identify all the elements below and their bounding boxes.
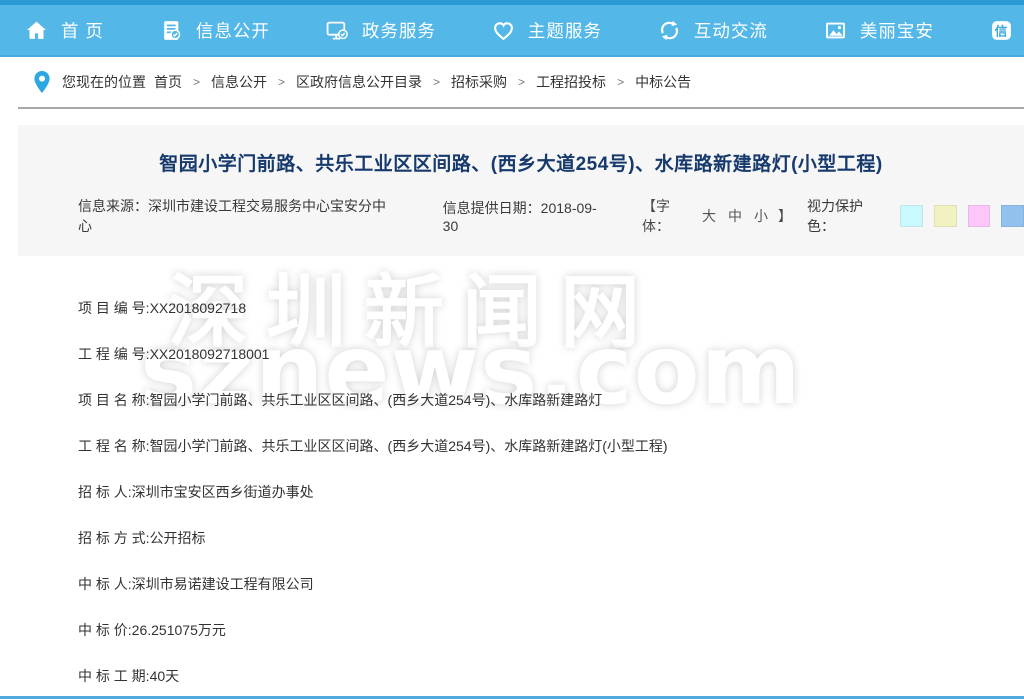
nav-item-gov-services[interactable]: 政务服务 — [326, 18, 436, 43]
eye-color-swatch-yellow[interactable] — [934, 205, 957, 227]
svg-text:信: 信 — [995, 23, 1009, 38]
page-title: 智园小学门前路、共乐工业区区间路、(西乡大道254号)、水库路新建路灯(小型工程… — [18, 152, 1024, 178]
detail-line-duration: 中 标 工 期:40天 — [78, 666, 1024, 686]
section-divider — [18, 107, 1024, 109]
detail-line-winner: 中 标 人:深圳市易诺建设工程有限公司 — [78, 574, 1024, 594]
breadcrumb-separator: > — [518, 75, 525, 89]
top-navigation: 首 页 信息公开 政务服务 主题服务 互动交流 美丽宝安 信 信用宝安 — [0, 0, 1024, 57]
nav-item-label: 政务服务 — [362, 18, 436, 43]
home-icon — [25, 19, 48, 42]
nav-item-label: 互动交流 — [694, 18, 768, 43]
eye-color-swatch-blue[interactable] — [1001, 205, 1024, 227]
article-meta: 信息来源：深圳市建设工程交易服务中心宝安分中心 信息提供日期：2018-09-3… — [18, 204, 1024, 227]
nav-item-theme-services[interactable]: 主题服务 — [492, 18, 602, 43]
document-check-icon — [160, 19, 183, 42]
credit-badge-icon: 信 — [990, 19, 1013, 42]
info-date-label: 信息提供日期： — [443, 200, 541, 216]
nav-item-credit-baoan[interactable]: 信 信用宝安 — [990, 18, 1024, 43]
detail-line-tender-method: 招 标 方 式:公开招标 — [78, 528, 1024, 548]
breadcrumb-item-info[interactable]: 信息公开 — [211, 72, 267, 92]
detail-line-winning-price: 中 标 价:26.251075万元 — [78, 620, 1024, 640]
info-source-label: 信息来源： — [78, 198, 148, 214]
nav-item-interaction[interactable]: 互动交流 — [658, 18, 768, 43]
breadcrumb-separator: > — [433, 75, 440, 89]
article-body: 深圳新闻网 sznews.com 项 目 编 号:XX2018092718 工 … — [0, 256, 1024, 686]
eye-color-swatch-cyan[interactable] — [900, 205, 923, 227]
breadcrumb-separator: > — [617, 75, 624, 89]
font-control-open: 【字体： — [642, 196, 696, 236]
breadcrumb: 您现在的位置 首页 > 信息公开 > 区政府信息公开目录 > 招标采购 > 工程… — [0, 57, 1024, 107]
font-size-control: 【字体： 大 中 小 】 — [642, 196, 792, 236]
font-control-close: 】 — [778, 206, 792, 226]
nav-item-label: 首 页 — [61, 18, 104, 43]
monitor-check-icon — [326, 19, 349, 42]
detail-line-project-no: 项 目 编 号:XX2018092718 — [78, 298, 1024, 318]
eye-protection-label: 视力保护色： — [807, 196, 890, 236]
font-size-medium-button[interactable]: 中 — [728, 206, 742, 226]
nav-item-label: 信息公开 — [196, 18, 270, 43]
nav-item-label: 主题服务 — [528, 18, 602, 43]
info-source: 信息来源：深圳市建设工程交易服务中心宝安分中心 — [78, 196, 396, 236]
nav-item-label: 美丽宝安 — [860, 18, 934, 43]
font-size-large-button[interactable]: 大 — [702, 206, 716, 226]
eye-protection-control: 视力保护色： — [807, 196, 1024, 236]
breadcrumb-item-catalog[interactable]: 区政府信息公开目录 — [296, 72, 422, 92]
eye-color-swatch-pink[interactable] — [968, 205, 991, 227]
breadcrumb-item-procurement[interactable]: 招标采购 — [451, 72, 507, 92]
image-icon — [824, 19, 847, 42]
nav-item-beautiful-baoan[interactable]: 美丽宝安 — [824, 18, 934, 43]
font-size-small-button[interactable]: 小 — [754, 206, 768, 226]
breadcrumb-item-home[interactable]: 首页 — [154, 72, 182, 92]
detail-line-work-no: 工 程 编 号:XX2018092718001 — [78, 344, 1024, 364]
nav-item-home[interactable]: 首 页 — [25, 18, 104, 43]
heart-icon — [492, 19, 515, 42]
nav-item-info-disclosure[interactable]: 信息公开 — [160, 18, 270, 43]
breadcrumb-item-award-notice[interactable]: 中标公告 — [635, 72, 691, 92]
detail-line-tenderer: 招 标 人:深圳市宝安区西乡街道办事处 — [78, 482, 1024, 502]
breadcrumb-separator: > — [193, 75, 200, 89]
location-pin-icon — [33, 70, 51, 94]
breadcrumb-separator: > — [278, 75, 285, 89]
info-date: 信息提供日期：2018-09-30 — [443, 198, 610, 234]
refresh-arrows-icon — [658, 19, 681, 42]
detail-line-work-name: 工 程 名 称:智园小学门前路、共乐工业区区间路、(西乡大道254号)、水库路新… — [78, 436, 1024, 456]
article-header-panel: 智园小学门前路、共乐工业区区间路、(西乡大道254号)、水库路新建路灯(小型工程… — [18, 125, 1024, 256]
detail-line-project-name: 项 目 名 称:智园小学门前路、共乐工业区区间路、(西乡大道254号)、水库路新… — [78, 390, 1024, 410]
breadcrumb-prefix: 您现在的位置 — [62, 72, 146, 92]
breadcrumb-item-bidding[interactable]: 工程招投标 — [536, 72, 606, 92]
